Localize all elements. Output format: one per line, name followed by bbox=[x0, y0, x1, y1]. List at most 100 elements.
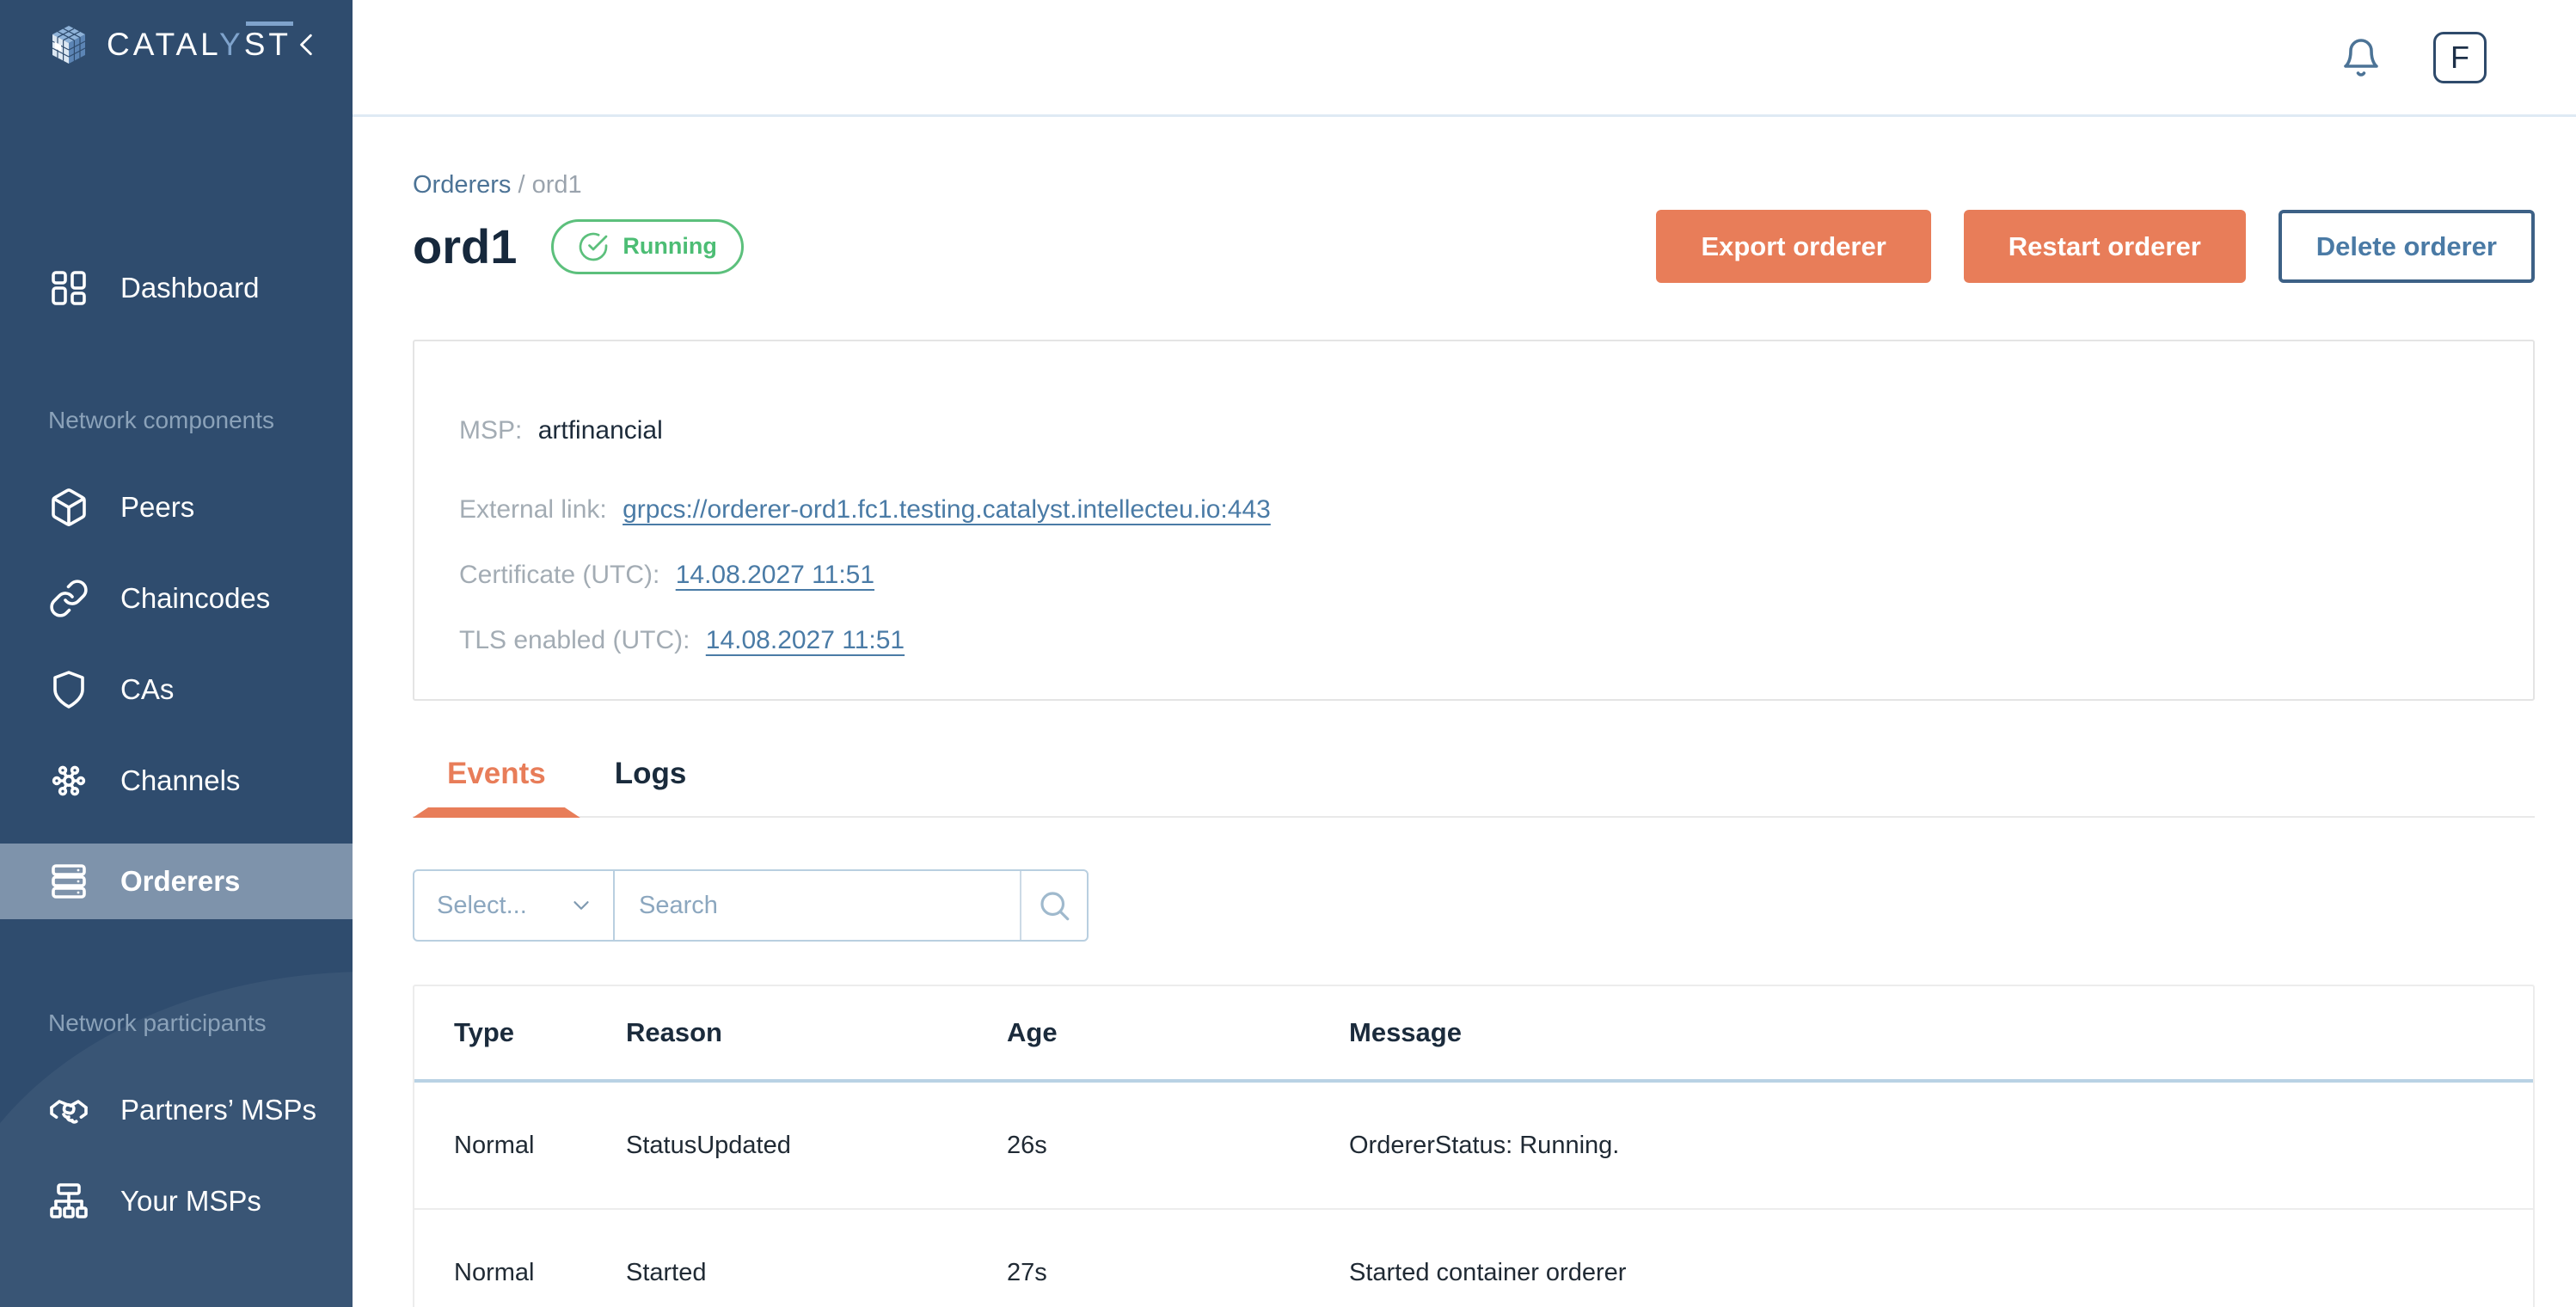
restart-orderer-button[interactable]: Restart orderer bbox=[1963, 210, 2246, 283]
user-avatar[interactable]: F bbox=[2433, 31, 2487, 83]
check-circle-icon bbox=[578, 231, 609, 262]
sidebar-item-chaincodes[interactable]: Chaincodes bbox=[0, 570, 353, 627]
search-input[interactable] bbox=[615, 871, 1020, 940]
cell-message: Started container orderer bbox=[1349, 1258, 1627, 1286]
certificate-date-link[interactable]: 14.08.2027 11:51 bbox=[676, 561, 874, 589]
info-label: Certificate (UTC): bbox=[459, 561, 660, 589]
info-label: TLS enabled (UTC): bbox=[459, 626, 690, 654]
title-row: ord1 Running Export orderer Restart orde… bbox=[413, 210, 2535, 283]
shield-icon bbox=[48, 669, 89, 710]
column-header: Age bbox=[1007, 1017, 1058, 1047]
table-row: Normal Started 27s Started container ord… bbox=[414, 1210, 2533, 1307]
sidebar-item-label: Chaincodes bbox=[120, 582, 271, 614]
app-root: CATALYST Dashboard Network components Pe… bbox=[0, 0, 2576, 1307]
cell-type: Normal bbox=[454, 1131, 535, 1159]
events-table: Type Reason Age Message Normal StatusUpd… bbox=[413, 985, 2535, 1307]
handshake-icon bbox=[48, 1089, 89, 1131]
sidebar-item-orderers[interactable]: Orderers bbox=[0, 844, 353, 919]
network-icon bbox=[48, 760, 89, 801]
cube-icon bbox=[48, 487, 89, 528]
page-content: Orderers / ord1 ord1 Running Export orde… bbox=[353, 117, 2576, 1307]
catalyst-cube-icon bbox=[52, 26, 86, 64]
search-button[interactable] bbox=[1020, 871, 1087, 940]
tls-date-link[interactable]: 14.08.2027 11:51 bbox=[706, 626, 905, 654]
topbar: F bbox=[353, 0, 2576, 117]
chevron-left-icon[interactable] bbox=[291, 26, 323, 64]
events-table-header: Type Reason Age Message bbox=[414, 986, 2533, 1083]
breadcrumb-current: ord1 bbox=[531, 171, 582, 199]
tab-label: Events bbox=[447, 757, 546, 790]
catalyst-logo[interactable]: CATALYST bbox=[48, 21, 294, 65]
info-row: MSP: artfinancial bbox=[459, 415, 2488, 446]
events-table-body: Normal StatusUpdated 26s OrdererStatus: … bbox=[414, 1083, 2533, 1307]
hierarchy-icon bbox=[48, 1181, 89, 1222]
dashboard-icon bbox=[48, 267, 89, 309]
msp-value: artfinancial bbox=[537, 416, 663, 445]
sidebar-item-label: CAs bbox=[120, 673, 175, 705]
info-label: MSP: bbox=[459, 416, 523, 445]
cell-age: 27s bbox=[1007, 1258, 1047, 1286]
button-label: Restart orderer bbox=[2008, 230, 2201, 261]
breadcrumb-separator: / bbox=[518, 171, 525, 199]
sidebar-group-network-participants: Partners’ MSPs Your MSPs bbox=[0, 1082, 353, 1230]
sidebar-item-label: Dashboard bbox=[120, 272, 260, 304]
tab-logs[interactable]: Logs bbox=[580, 756, 721, 816]
sidebar-item-dashboard[interactable]: Dashboard bbox=[0, 260, 353, 316]
sidebar-item-label: Peers bbox=[120, 491, 195, 523]
column-header: Reason bbox=[626, 1017, 722, 1047]
sidebar-section-label-network-components: Network components bbox=[48, 407, 275, 433]
sidebar-item-label: Your MSPs bbox=[120, 1185, 261, 1217]
sidebar-item-partners-msps[interactable]: Partners’ MSPs bbox=[0, 1082, 353, 1138]
cell-age: 26s bbox=[1007, 1131, 1047, 1159]
button-label: Delete orderer bbox=[2315, 230, 2497, 261]
bell-icon[interactable] bbox=[2340, 37, 2382, 78]
servers-icon bbox=[48, 861, 89, 902]
event-filters: Select... bbox=[413, 869, 1089, 942]
sidebar-logo-row: CATALYST bbox=[0, 0, 353, 65]
status-badge: Running bbox=[551, 218, 744, 274]
breadcrumb: Orderers / ord1 bbox=[413, 170, 2535, 199]
cell-reason: Started bbox=[626, 1258, 707, 1286]
sidebar-item-label: Orderers bbox=[120, 865, 241, 897]
event-type-select[interactable]: Select... bbox=[414, 871, 615, 940]
sidebar-item-peers[interactable]: Peers bbox=[0, 479, 353, 536]
avatar-letter: F bbox=[2450, 39, 2469, 75]
sidebar-item-label: Partners’ MSPs bbox=[120, 1094, 317, 1126]
orderer-info-panel: MSP: artfinancial External link: grpcs:/… bbox=[413, 340, 2535, 701]
cell-reason: StatusUpdated bbox=[626, 1131, 791, 1159]
chevron-down-icon bbox=[568, 893, 594, 918]
info-row: Certificate (UTC): 14.08.2027 11:51 bbox=[459, 560, 2488, 591]
breadcrumb-orderers-link[interactable]: Orderers bbox=[413, 171, 511, 199]
table-row: Normal StatusUpdated 26s OrdererStatus: … bbox=[414, 1083, 2533, 1210]
info-label: External link: bbox=[459, 495, 607, 524]
main-area: F Orderers / ord1 ord1 Running Export or… bbox=[353, 0, 2576, 1307]
column-header: Message bbox=[1349, 1017, 1462, 1047]
tab-label: Logs bbox=[614, 757, 687, 790]
export-orderer-button[interactable]: Export orderer bbox=[1656, 210, 1931, 283]
sidebar: CATALYST Dashboard Network components Pe… bbox=[0, 0, 353, 1307]
sidebar-group-main: Dashboard bbox=[0, 260, 353, 316]
search-icon bbox=[1036, 887, 1072, 923]
sidebar-item-your-msps[interactable]: Your MSPs bbox=[0, 1173, 353, 1230]
sidebar-nav: Dashboard Network components Peers Chain… bbox=[0, 260, 353, 1230]
tab-events[interactable]: Events bbox=[413, 756, 580, 816]
chain-link-icon bbox=[48, 578, 89, 619]
sidebar-group-network-components: Peers Chaincodes CAs Channels Orderers bbox=[0, 479, 353, 919]
info-row: External link: grpcs://orderer-ord1.fc1.… bbox=[459, 494, 2488, 525]
sidebar-item-label: Channels bbox=[120, 764, 241, 796]
external-link[interactable]: grpcs://orderer-ord1.fc1.testing.catalys… bbox=[623, 495, 1271, 524]
tabs: Events Logs bbox=[413, 756, 2535, 818]
select-placeholder: Select... bbox=[437, 891, 527, 919]
sidebar-item-cas[interactable]: CAs bbox=[0, 661, 353, 718]
delete-orderer-button[interactable]: Delete orderer bbox=[2278, 210, 2535, 283]
status-badge-label: Running bbox=[623, 233, 717, 259]
logo-text: CATALYST bbox=[107, 21, 294, 62]
page-title: ord1 bbox=[413, 218, 518, 273]
cell-message: OrdererStatus: Running. bbox=[1349, 1131, 1620, 1159]
button-label: Export orderer bbox=[1701, 230, 1886, 261]
cell-type: Normal bbox=[454, 1258, 535, 1286]
info-row: TLS enabled (UTC): 14.08.2027 11:51 bbox=[459, 625, 2488, 656]
sidebar-item-channels[interactable]: Channels bbox=[0, 752, 353, 809]
action-buttons: Export orderer Restart orderer Delete or… bbox=[1656, 210, 2535, 283]
column-header: Type bbox=[454, 1017, 515, 1047]
